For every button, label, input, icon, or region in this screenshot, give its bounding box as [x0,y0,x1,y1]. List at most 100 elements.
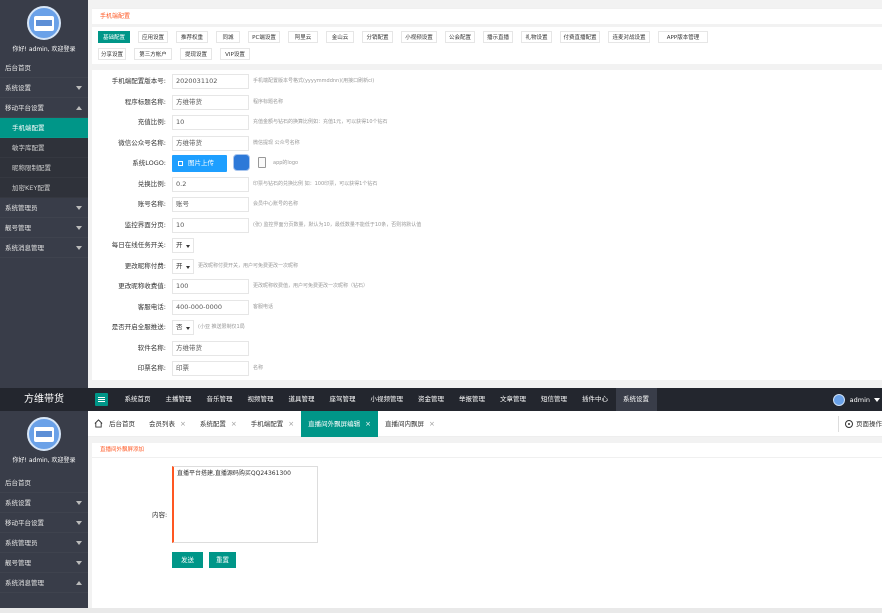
page-tab[interactable]: 手机端配置 × [244,411,301,437]
text-input[interactable]: 方维带货 [172,94,249,110]
trash-icon[interactable] [258,157,266,168]
page-tab[interactable]: 系统配置 × [193,411,244,437]
top-menu: 系统首页 主播管理 音乐管理 视频管理 道具管理 座驾管理 小视频管理 资金管理 举报管理 文章管… [117,388,657,411]
top-menu-item[interactable]: 短信管理 [534,388,575,411]
sidebar-item[interactable]: 靓号管理 [0,553,88,573]
text-input[interactable]: 0.2 [172,176,249,192]
config-tab[interactable]: 第三方帐户 [134,48,172,60]
sidebar-nav: 后台首页系统设置移动平台设置 手机端配置敏字库配置昵称限制配置 加密KEY配置 系统管… [0,58,88,258]
text-input[interactable]: 10 [172,217,249,233]
config-tab[interactable]: 同城 [216,31,240,43]
text-input[interactable]: 100 [172,279,249,294]
top-menu-item[interactable]: 系统设置 [615,388,657,411]
select-field[interactable]: 开 [172,238,194,253]
top-menu-item[interactable]: 举报管理 [452,388,493,411]
text-input[interactable]: 方维带货 [172,340,249,356]
top-menu-item[interactable]: 主播管理 [158,388,199,411]
sidebar-item-label: 系统消息管理 [5,579,44,587]
sidebar-item[interactable]: 移动平台设置 [0,513,88,533]
page-tab[interactable]: 后台首页 [102,411,142,437]
field-hint: 更改昵称收费值，用户可免费更改一次昵称（钻石） [253,283,369,289]
top-menu-item[interactable]: 座驾管理 [322,388,363,411]
sidebar-item[interactable]: 系统管理员 [0,198,88,218]
user-menu[interactable]: admin [832,394,880,406]
sidebar-item-label: 系统设置 [5,84,31,92]
sidebar-item[interactable]: 后台首页 [0,473,88,493]
sidebar-item-label: 靓号管理 [5,559,31,567]
field-label: 监控界面分页: [124,220,166,229]
avatar[interactable] [27,6,61,40]
sidebar-item[interactable]: 系统设置 [0,493,88,513]
config-tab[interactable]: 基础配置 [98,31,130,43]
content-textarea[interactable]: 直播平台搭建,直播源码购买QQ24361300 [172,466,318,543]
config-tab[interactable]: 金山云 [326,31,354,43]
page-operations[interactable]: 页面操作 [838,416,882,432]
config-tab[interactable]: 推荐权重 [176,31,208,43]
top-menu-item[interactable]: 文章管理 [493,388,534,411]
page-tab[interactable]: 直播间内飘屏 × [378,411,442,437]
text-input[interactable]: 印票 [172,361,249,376]
config-tab[interactable]: PC端设置 [248,31,280,43]
top-menu-item[interactable]: 系统首页 [117,388,158,411]
upload-button[interactable]: 图片上传 [172,155,227,172]
sidebar-item[interactable]: 系统消息管理 [0,238,88,258]
top-menu-item[interactable]: 小视频管理 [363,388,411,411]
sidebar-item[interactable]: 后台首页 [0,58,88,78]
config-tab[interactable]: 公会配置 [445,31,475,43]
text-input[interactable]: 账号 [172,197,249,212]
sidebar-item[interactable]: 系统设置 [0,78,88,98]
radio-icon [845,420,853,428]
config-tab[interactable]: 阿里云 [288,31,318,43]
form-row: 程序标题名称: 方维带货 程序标题名称 [92,94,882,111]
sidebar-item[interactable]: 敏字库配置 [0,138,88,158]
text-input[interactable]: 400-000-0000 [172,299,249,315]
close-icon[interactable]: × [429,411,435,437]
config-tab[interactable]: 分销配置 [362,31,393,43]
config-tab[interactable]: 提现设置 [180,48,212,60]
config-form: 手机端配置版本号: 2020031102 手机端配置版本号格式(yyyymmddnn… [92,70,882,380]
top-menu-item[interactable]: 道具管理 [281,388,322,411]
sidebar-item[interactable]: 昵称限制配置 [0,158,88,178]
text-input[interactable]: 10 [172,115,249,130]
select-field[interactable]: 否 [172,320,194,335]
close-icon[interactable]: × [231,411,237,437]
avatar-2[interactable] [27,417,61,451]
top-menu-item[interactable]: 音乐管理 [199,388,240,411]
sidebar-item[interactable]: 系统消息管理 [0,573,88,593]
reset-button[interactable]: 重置 [209,552,236,568]
top-menu-item[interactable]: 资金管理 [411,388,452,411]
config-tab[interactable]: 小视频设置 [401,31,437,43]
sidebar-item[interactable]: 系统管理员 [0,533,88,553]
sidebar-item[interactable]: 移动平台设置 [0,98,88,118]
field-hint: (小亚 推送限制仅1局 [198,324,245,330]
close-icon[interactable]: × [365,411,371,437]
send-button[interactable]: 发送 [172,552,203,568]
close-icon[interactable]: × [180,411,186,437]
page-tab[interactable]: 直播间外飘屏编辑 × [301,411,378,437]
config-tab[interactable]: 应用设置 [138,31,168,43]
sidebar-item-label: 敏字库配置 [12,144,45,152]
select-field[interactable]: 开 [172,258,194,274]
sidebar-item[interactable]: 加密KEY配置 [0,178,88,198]
top-menu-item[interactable]: 视频管理 [240,388,281,411]
sidebar-item-label: 后台首页 [5,64,31,72]
user-panel-2: 你好! admin, 欢迎登录 [0,411,88,473]
close-icon[interactable]: × [288,411,294,437]
config-tab[interactable]: 礼物设置 [521,31,552,43]
page-tab[interactable]: 会员列表 × [142,411,193,437]
brand-logo[interactable]: 方维带货 [0,388,88,411]
menu-toggle-icon[interactable] [95,393,108,406]
sidebar-item[interactable]: 手机端配置 [0,118,88,138]
config-tab[interactable]: APP版本管理 [658,31,708,43]
config-tab[interactable]: 付费直播配置 [560,31,600,43]
config-tab[interactable]: VIP设置 [220,48,250,60]
form-row: 是否开启全服推送: 否 (小亚 推送限制仅1局 [92,319,882,336]
sidebar-item[interactable]: 靓号管理 [0,218,88,238]
config-tab[interactable]: 连麦对战设置 [608,31,650,43]
config-tab[interactable]: 分享设置 [98,48,126,60]
sidebar-item-label: 后台首页 [5,479,31,487]
top-menu-item[interactable]: 插件中心 [575,388,616,411]
config-tab[interactable]: 播示直播 [483,31,513,43]
text-input[interactable]: 方维带货 [172,135,249,151]
text-input[interactable]: 2020031102 [172,74,249,89]
